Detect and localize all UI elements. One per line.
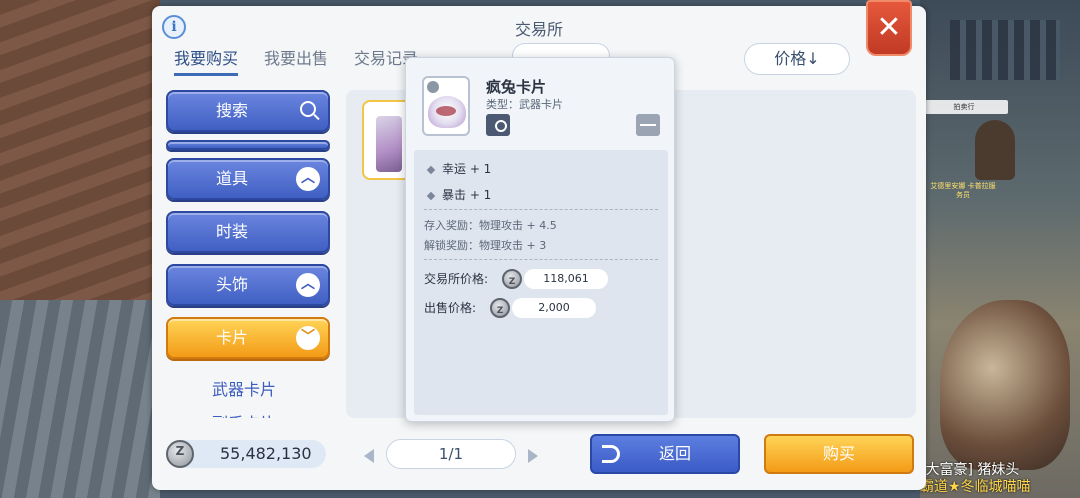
stat-luck: 幸运 + 1 — [442, 162, 492, 176]
background-roof-lower — [0, 300, 160, 498]
stat-crit: 暴击 + 1 — [442, 188, 492, 202]
stat-line: 暴击 + 1 — [426, 186, 492, 203]
lunatic-card-art — [428, 96, 466, 128]
balance-display: 55,482,130 — [166, 440, 326, 468]
page-indicator: 1/1 — [386, 439, 516, 469]
sell-price-row: 出售价格: 2,000 — [424, 298, 596, 321]
close-button[interactable]: ✕ — [866, 0, 912, 56]
category-items-label: 道具 — [216, 169, 249, 188]
next-page-arrow[interactable] — [528, 449, 538, 463]
card-slot-icon — [427, 81, 439, 93]
inspect-icon[interactable] — [486, 114, 510, 136]
zeny-coin-icon — [166, 440, 194, 468]
bullet-icon — [426, 165, 436, 174]
subcategory-offhand-cards[interactable]: 副手卡片 — [212, 410, 276, 418]
zeny-coin-icon — [502, 269, 522, 292]
tab-buy[interactable]: 我要购买 — [174, 48, 239, 76]
stall-sign[interactable]: 拍卖行 — [920, 100, 1008, 114]
category-headwear-label: 头饰 — [216, 275, 249, 294]
back-label: 返回 — [658, 444, 691, 463]
item-tooltip: 疯兔卡片 类型：武器卡片 幸运 + 1 暴击 + 1 存入奖励：物理攻击 + 4… — [405, 57, 675, 422]
back-button[interactable]: 返回 — [590, 434, 740, 474]
buy-button[interactable]: 购买 — [764, 434, 914, 474]
tab-sell[interactable]: 我要出售 — [264, 48, 328, 76]
menu-partial-button[interactable] — [166, 140, 330, 150]
zeny-coin-icon — [490, 298, 510, 321]
search-button[interactable]: 搜索 — [166, 90, 330, 132]
category-cards[interactable]: 卡片 ﹀ — [166, 317, 330, 359]
category-fashion-label: 时装 — [216, 222, 249, 241]
sell-price-label: 出售价格: — [424, 301, 477, 315]
category-headwear[interactable]: 头饰 ︿ — [166, 264, 330, 306]
npc-figure[interactable] — [975, 120, 1015, 180]
price-sort-button[interactable]: 价格↓ — [744, 43, 850, 75]
market-price-row: 交易所价格: 118,061 — [424, 269, 608, 292]
search-label: 搜索 — [216, 101, 249, 120]
category-fashion[interactable]: 时装 — [166, 211, 330, 253]
background-window — [950, 20, 1060, 80]
category-menu: 搜索 道具 ︿ 时装 头饰 ︿ 卡片 ﹀ 武器卡片 副手卡片 — [164, 88, 332, 418]
chevron-up-icon: ︿ — [296, 167, 320, 191]
category-items[interactable]: 道具 ︿ — [166, 158, 330, 200]
item-type: 类型：武器卡片 — [486, 98, 563, 111]
return-icon — [602, 445, 620, 463]
search-icon — [300, 101, 316, 117]
chevron-down-icon: ﹀ — [296, 326, 320, 350]
market-price-label: 交易所价格: — [424, 272, 489, 286]
prev-page-arrow[interactable] — [364, 449, 374, 463]
balance-value: 55,482,130 — [220, 444, 312, 463]
tooltip-body: 幸运 + 1 暴击 + 1 存入奖励：物理攻击 + 4.5 解锁奖励：物理攻击 … — [414, 150, 668, 415]
card-icon — [422, 76, 470, 136]
window-title: 交易所 — [514, 20, 563, 39]
background-scene-right: 拍卖行 艾德里安娜 卡普拉服务员 [大富豪] 猪妹头 霸道★冬临城喵喵 — [920, 0, 1080, 498]
divider — [424, 209, 658, 210]
unlock-bonus: 解锁奖励：物理攻击 + 3 — [424, 239, 547, 252]
category-cards-label: 卡片 — [216, 328, 249, 347]
player-name: [大富豪] 猪妹头 — [920, 462, 1020, 478]
tray-icon[interactable] — [636, 114, 660, 136]
deposit-bonus: 存入奖励：物理攻击 + 4.5 — [424, 219, 557, 232]
tab-bar: 我要购买 我要出售 交易记录 — [174, 48, 418, 76]
sell-price-value: 2,000 — [512, 298, 596, 318]
divider — [424, 259, 658, 260]
monster-figure[interactable] — [940, 300, 1070, 470]
chevron-up-icon: ︿ — [296, 273, 320, 297]
guild-name: 霸道★冬临城喵喵 — [920, 479, 1031, 495]
player-guild-label: [大富豪] 猪妹头 霸道★冬临城喵喵 — [920, 462, 1080, 496]
bullet-icon — [426, 191, 436, 200]
item-name: 疯兔卡片 — [486, 78, 547, 96]
subcategory-weapon-cards[interactable]: 武器卡片 — [212, 376, 276, 400]
market-price-value: 118,061 — [524, 269, 608, 289]
npc-name: 艾德里安娜 卡普拉服务员 — [930, 182, 996, 199]
stat-line: 幸运 + 1 — [426, 160, 492, 177]
card-thumbnail — [376, 116, 402, 172]
